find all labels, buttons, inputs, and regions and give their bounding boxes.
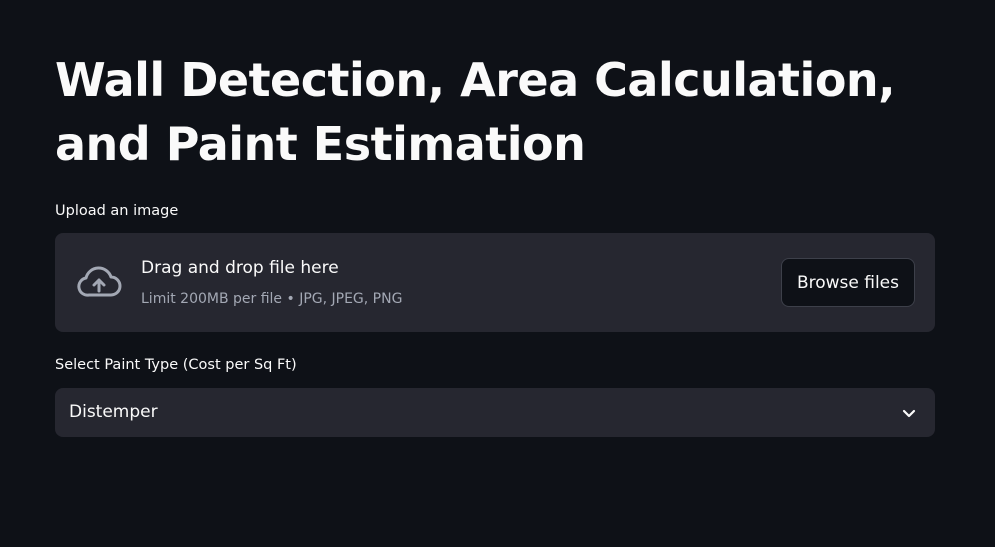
dropzone-limit-text: Limit 200MB per file • JPG, JPEG, PNG	[141, 291, 403, 307]
browse-files-button[interactable]: Browse files	[780, 258, 915, 307]
page-title: Wall Detection, Area Calculation, and Pa…	[55, 53, 896, 171]
dropzone-instructions: Drag and drop file here	[141, 258, 339, 278]
paint-type-selected-value: Distemper	[69, 402, 158, 422]
paint-type-select[interactable]: Distemper	[55, 388, 935, 437]
paint-type-label: Select Paint Type (Cost per Sq Ft)	[55, 357, 297, 373]
app-page: Wall Detection, Area Calculation, and Pa…	[0, 0, 995, 547]
cloud-upload-icon	[77, 266, 122, 297]
chevron-down-icon	[902, 409, 916, 418]
upload-label: Upload an image	[55, 203, 179, 219]
file-dropzone[interactable]: Drag and drop file here Limit 200MB per …	[55, 233, 935, 332]
